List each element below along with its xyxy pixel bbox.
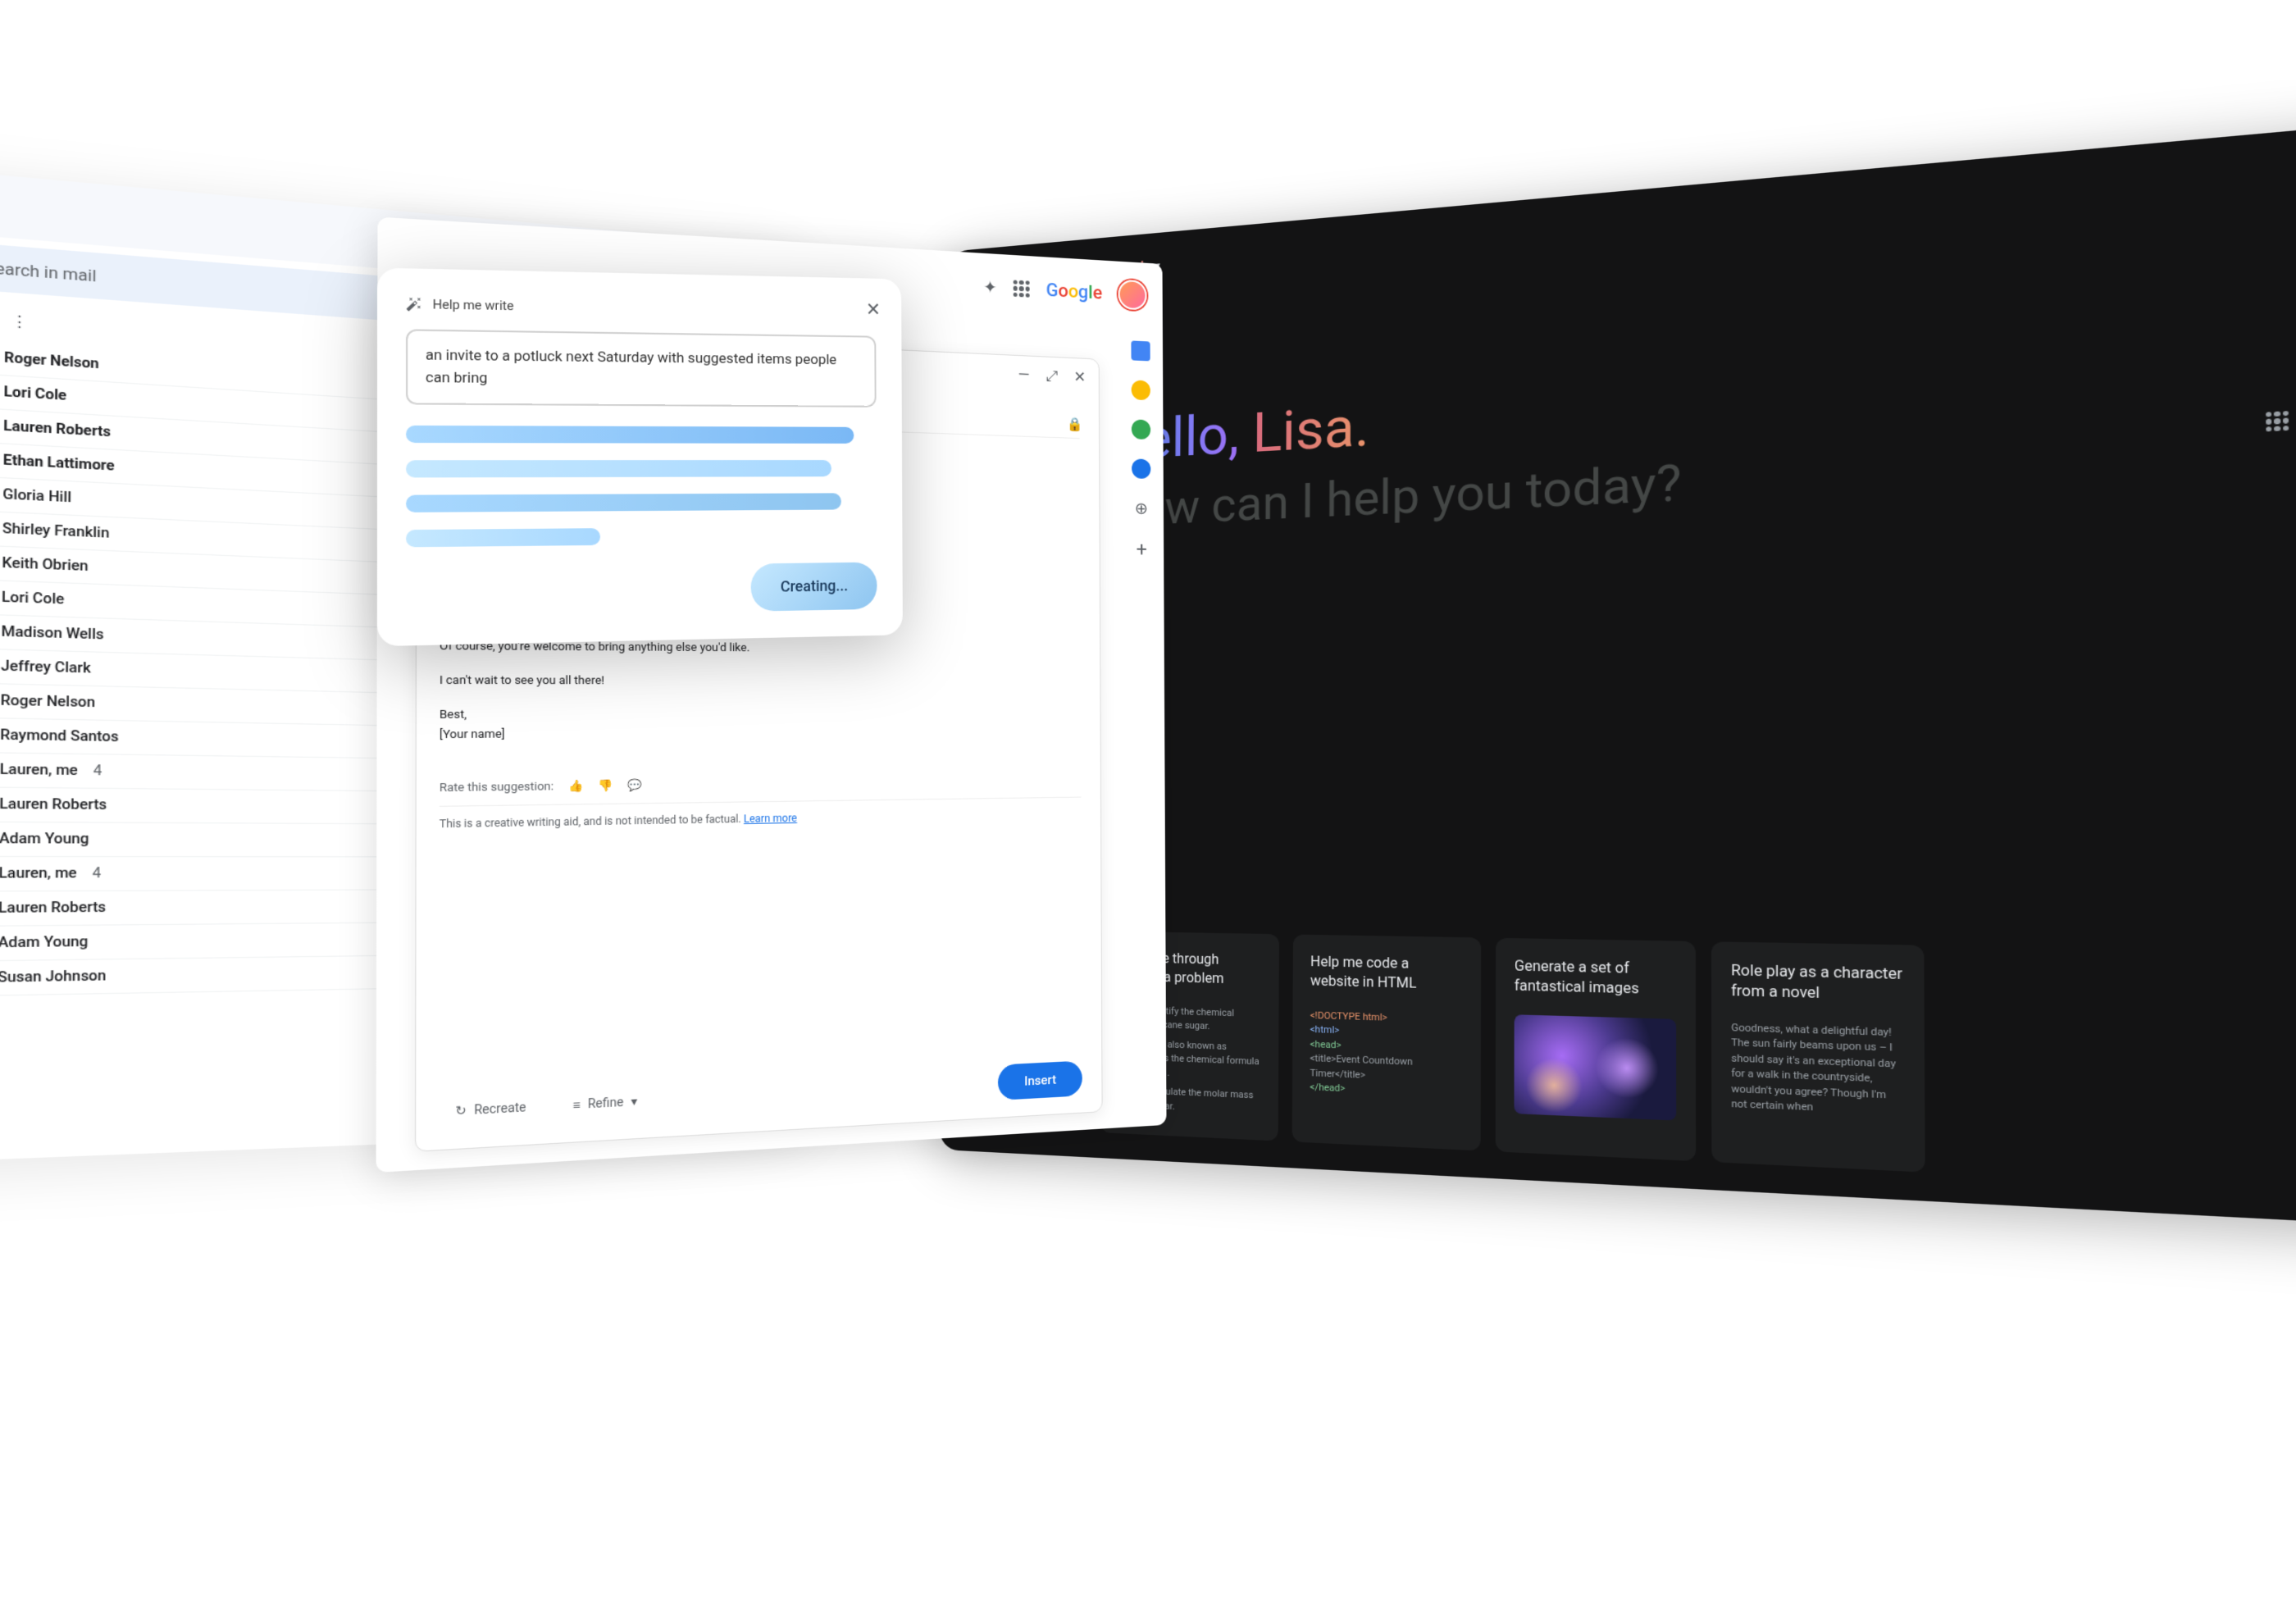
loading-skeleton: [406, 426, 877, 547]
side-panel: ⊕ +: [1118, 327, 1164, 562]
contacts-icon[interactable]: [1132, 458, 1150, 479]
hello-name: Lisa.: [1252, 394, 1369, 466]
creating-button: Creating...: [750, 562, 877, 611]
rate-label: Rate this suggestion:: [440, 780, 554, 795]
help-me-write-popup: ✕ Help me write an invite to a potluck n…: [377, 268, 903, 647]
lock-icon: 🔒: [1067, 416, 1083, 432]
apps-grid-icon[interactable]: [1014, 280, 1030, 297]
apps-grid-icon[interactable]: [2266, 411, 2289, 431]
hmw-prompt-input[interactable]: an invite to a potluck next Saturday wit…: [406, 329, 877, 408]
card-title: Help me code a website in HTML: [1310, 952, 1463, 995]
insert-button[interactable]: Insert: [998, 1060, 1082, 1100]
tasks-icon[interactable]: [1132, 419, 1150, 440]
refine-button[interactable]: ≡Refine▾: [557, 1086, 653, 1122]
add-panel-icon[interactable]: +: [1137, 538, 1147, 561]
avatar[interactable]: [1118, 280, 1147, 311]
chevron-down-icon: ▾: [631, 1095, 637, 1109]
suggestion-card[interactable]: Role play as a character from a novelGoo…: [1711, 941, 1925, 1173]
card-title: Role play as a character from a novel: [1731, 960, 1903, 1006]
refine-icon: ≡: [572, 1097, 580, 1113]
generated-image-preview: [1514, 1014, 1676, 1120]
minimize-icon[interactable]: —: [1018, 366, 1029, 384]
google-logo: Google: [1046, 280, 1103, 303]
close-compose-icon[interactable]: ✕: [1073, 368, 1086, 386]
hmw-title: Help me write: [433, 297, 514, 314]
thumbs-up-icon[interactable]: 👍: [568, 780, 583, 793]
more-icon[interactable]: ⋮: [10, 312, 28, 331]
gemini-hero: Hello, Lisa. How can I help you today?: [1105, 375, 1682, 540]
thumbs-down-icon[interactable]: 👎: [599, 780, 613, 793]
expand-icon[interactable]: ⤢: [1046, 367, 1057, 385]
wand-icon: [406, 296, 422, 312]
calendar-icon[interactable]: [1131, 340, 1150, 361]
search-placeholder: Search in mail: [0, 257, 97, 285]
feedback-icon[interactable]: 💬: [627, 779, 642, 792]
sparkle-icon[interactable]: ✦: [983, 276, 997, 297]
disclaimer: This is a creative writing aid, and is n…: [440, 796, 1082, 830]
rate-suggestion: Rate this suggestion: 👍 👎 💬: [440, 774, 1082, 795]
addon-icon[interactable]: ⊕: [1132, 498, 1150, 518]
recreate-icon: ↻: [455, 1104, 467, 1118]
recreate-button[interactable]: ↻Recreate: [439, 1091, 542, 1127]
close-icon[interactable]: ✕: [866, 299, 881, 320]
card-title: Generate a set of fantastical images: [1515, 956, 1676, 1000]
suggestion-card[interactable]: Generate a set of fantastical images: [1496, 937, 1696, 1161]
suggestion-card[interactable]: Help me code a website in HTML<!DOCTYPE …: [1292, 934, 1482, 1150]
keep-icon[interactable]: [1132, 380, 1150, 400]
learn-more-link[interactable]: Learn more: [744, 812, 797, 825]
